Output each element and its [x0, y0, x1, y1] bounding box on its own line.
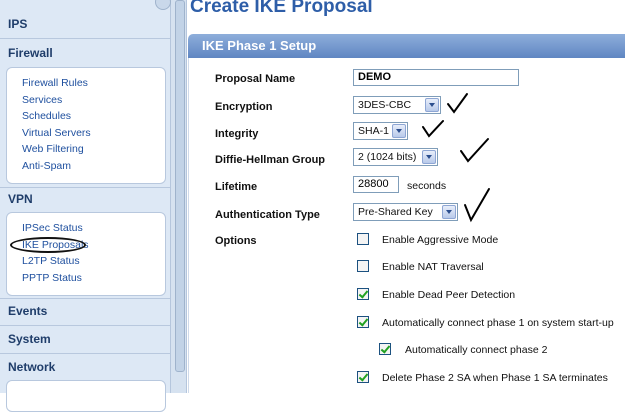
auto-connect-phase2-checkbox[interactable]	[379, 343, 391, 355]
auto-connect-phase1-label: Automatically connect phase 1 on system …	[382, 317, 614, 329]
sidebar-item-ipsec-status[interactable]: IPSec Status	[22, 222, 83, 234]
collapse-icon[interactable]	[155, 0, 171, 10]
sidebar-item-services[interactable]: Services	[22, 94, 62, 106]
divider	[0, 38, 170, 39]
hand-drawn-checkmark-icon	[460, 138, 489, 163]
section-header: IKE Phase 1 Setup	[188, 34, 625, 58]
sidebar-item-web-filtering[interactable]: Web Filtering	[22, 143, 84, 155]
encryption-select[interactable]: 3DES-CBC	[353, 96, 441, 114]
delete-phase2-sa-checkbox[interactable]	[357, 371, 369, 383]
sidebar-section-system[interactable]: System	[8, 332, 51, 346]
sidebar-section-ips[interactable]: IPS	[8, 17, 27, 31]
sidebar-section-network[interactable]: Network	[8, 360, 55, 374]
aggressive-mode-label: Enable Aggressive Mode	[382, 234, 499, 246]
aggressive-mode-checkbox[interactable]	[357, 233, 369, 245]
hand-drawn-checkmark-icon	[422, 120, 444, 138]
chevron-down-icon[interactable]	[392, 124, 406, 138]
encryption-value: 3DES-CBC	[358, 99, 412, 111]
divider	[0, 353, 170, 354]
auth-type-value: Pre-Shared Key	[358, 206, 433, 218]
sidebar-item-l2tp-status[interactable]: L2TP Status	[22, 255, 80, 267]
sidebar-item-schedules[interactable]: Schedules	[22, 110, 71, 122]
page-title: Create IKE Proposal	[190, 0, 373, 17]
chevron-down-icon[interactable]	[422, 150, 436, 164]
sidebar-section-firewall[interactable]: Firewall	[8, 46, 53, 60]
sidebar-scrollbar[interactable]	[175, 0, 185, 372]
sidebar-item-firewall-rules[interactable]: Firewall Rules	[22, 77, 88, 89]
sidebar-section-events[interactable]: Events	[8, 304, 47, 318]
options-label: Options	[215, 235, 257, 247]
encryption-label: Encryption	[215, 101, 273, 113]
sidebar-section-vpn[interactable]: VPN	[8, 192, 33, 206]
dh-group-value: 2 (1024 bits)	[358, 151, 417, 163]
network-menu	[6, 380, 166, 412]
chevron-down-icon[interactable]	[425, 98, 439, 112]
nat-traversal-checkbox[interactable]	[357, 260, 369, 272]
sidebar: IPS Firewall Firewall Rules Services Sch…	[0, 0, 171, 412]
nat-traversal-label: Enable NAT Traversal	[382, 261, 484, 273]
auto-connect-phase1-checkbox[interactable]	[357, 316, 369, 328]
lifetime-unit: seconds	[407, 180, 447, 192]
integrity-label: Integrity	[215, 128, 259, 140]
delete-phase2-sa-label: Delete Phase 2 SA when Phase 1 SA termin…	[382, 372, 608, 384]
hand-drawn-checkmark-icon	[464, 188, 490, 223]
divider	[0, 298, 170, 299]
sidebar-item-pptp-status[interactable]: PPTP Status	[22, 272, 82, 284]
dead-peer-detection-checkbox[interactable]	[357, 288, 369, 300]
integrity-select[interactable]: SHA-1	[353, 122, 408, 140]
dead-peer-detection-label: Enable Dead Peer Detection	[382, 289, 516, 301]
hand-drawn-circle-annotation	[10, 237, 86, 253]
integrity-value: SHA-1	[358, 125, 389, 137]
divider	[0, 187, 170, 188]
lifetime-input[interactable]: 28800	[353, 176, 399, 193]
proposal-name-input[interactable]: DEMO	[353, 69, 519, 86]
auth-type-select[interactable]: Pre-Shared Key	[353, 203, 458, 221]
chevron-down-icon[interactable]	[442, 205, 456, 219]
proposal-name-label: Proposal Name	[215, 73, 296, 85]
hand-drawn-checkmark-icon	[447, 93, 468, 114]
sidebar-item-virtual-servers[interactable]: Virtual Servers	[22, 127, 91, 139]
auto-connect-phase2-label: Automatically connect phase 2	[405, 344, 548, 356]
divider	[0, 325, 170, 326]
dh-group-label: Diffie-Hellman Group	[215, 154, 326, 166]
sidebar-item-anti-spam[interactable]: Anti-Spam	[22, 160, 71, 172]
auth-type-label: Authentication Type	[215, 209, 320, 221]
dh-group-select[interactable]: 2 (1024 bits)	[353, 148, 438, 166]
lifetime-label: Lifetime	[215, 181, 258, 193]
section-title: IKE Phase 1 Setup	[202, 38, 317, 53]
